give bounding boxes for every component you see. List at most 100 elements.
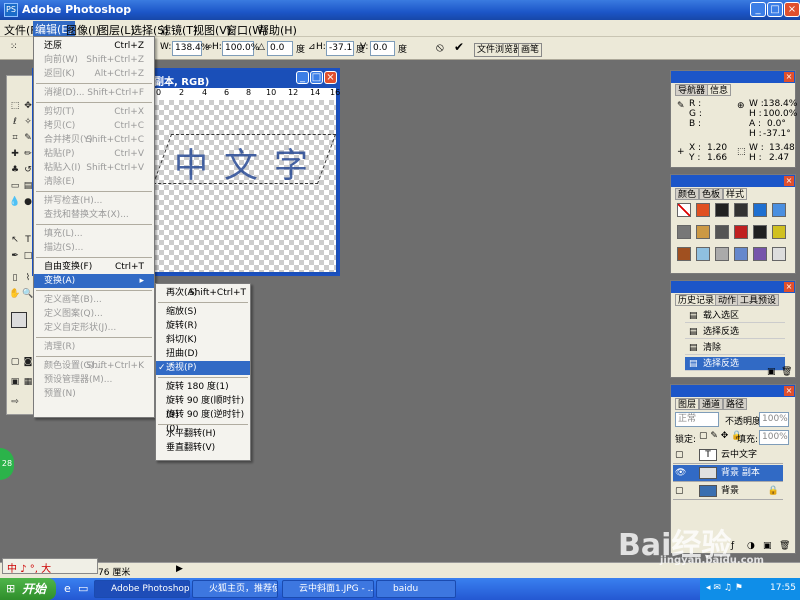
commit-transform-icon[interactable]: ✔ — [454, 40, 464, 54]
eye-icon[interactable]: 👁 — [675, 465, 686, 482]
edit-menu-item[interactable]: 预设管理器(M)... — [34, 373, 154, 387]
task-firefox[interactable]: 火狐主页，推荐使... — [192, 580, 278, 598]
transform-menu-item[interactable]: 旋转(R) — [156, 319, 250, 333]
v-input[interactable]: 0.0 — [370, 41, 395, 56]
history-item[interactable]: ▤ 选择反选 — [685, 325, 785, 339]
edit-menu-item[interactable]: 清理(R) — [34, 340, 154, 354]
lock-icons[interactable]: ▢ ✎ ✥ 🔒 — [699, 431, 742, 441]
edit-menu-item[interactable]: 粘贴入(I) Shift+Ctrl+V — [34, 161, 154, 175]
transform-menu-item[interactable]: ✓ 透视(P) — [156, 361, 250, 375]
task-image-viewer[interactable]: 云中斜面1.JPG - ... — [282, 580, 374, 598]
transform-menu-item[interactable]: 垂直翻转(V) — [156, 441, 250, 455]
edit-menu-item[interactable]: 消褪(D)... Shift+Ctrl+F — [34, 86, 154, 100]
transform-menu-item[interactable]: 缩放(S) — [156, 305, 250, 319]
floating-ball[interactable]: 28 — [0, 448, 14, 480]
style-swatch[interactable] — [677, 225, 691, 239]
transform-menu-item[interactable]: 旋转 90 度(顺时针)(9) — [156, 394, 250, 420]
healing-brush-icon[interactable]: ✚ — [9, 148, 21, 160]
edit-menu-item[interactable]: 还原 Ctrl+Z — [34, 39, 154, 53]
visibility-toggle-icon[interactable]: ▢ — [675, 483, 684, 500]
style-swatch[interactable] — [753, 203, 767, 217]
opacity-input[interactable]: 100% — [759, 412, 789, 427]
style-swatch[interactable] — [772, 247, 786, 261]
edit-menu-item[interactable]: 向前(W) Shift+Ctrl+Z — [34, 53, 154, 67]
style-swatch[interactable] — [677, 247, 691, 261]
style-swatch[interactable] — [696, 247, 710, 261]
edit-menu-item[interactable]: 剪切(T) Ctrl+X — [34, 105, 154, 119]
style-swatch[interactable] — [715, 203, 729, 217]
hand-tool-icon[interactable]: ✋ — [9, 288, 21, 300]
style-swatch[interactable] — [715, 247, 729, 261]
tab-info[interactable]: 信息 — [707, 84, 732, 96]
crop-tool-icon[interactable]: ⌗ — [9, 132, 21, 144]
style-swatch[interactable] — [734, 247, 748, 261]
jump-imageready-icon[interactable]: ⇨ — [9, 396, 21, 408]
edit-menu-item[interactable]: 定义画笔(B)... — [34, 293, 154, 307]
edit-menu-item[interactable]: 填充(L)... — [34, 227, 154, 241]
stamp-tool-icon[interactable]: ♣ — [9, 164, 21, 176]
tab-paths[interactable]: 路径 — [723, 398, 748, 410]
history-delete-icon[interactable]: 🗑 — [781, 367, 792, 377]
tray-icons[interactable]: ◂ ✉ ♫ ⚑ — [706, 583, 743, 593]
layer-row[interactable]: ▢ 背景 🔒 — [673, 483, 783, 500]
height-input[interactable]: 100.0% — [222, 41, 259, 56]
tab-actions[interactable]: 动作 — [715, 294, 740, 306]
transform-menu-item[interactable]: 扭曲(D) — [156, 347, 250, 361]
status-arrow-icon[interactable]: ▶ — [176, 564, 183, 574]
screen-mode-icon[interactable]: ▣ — [9, 376, 21, 388]
edit-menu-item[interactable]: 定义自定形状(J)... — [34, 321, 154, 335]
doc-minimize-button[interactable]: _ — [296, 71, 309, 84]
marquee-tool-icon[interactable]: ⬚ — [9, 100, 21, 112]
width-input[interactable]: 138.4% — [172, 41, 209, 56]
notes-tool-icon[interactable]: ▯ — [9, 272, 21, 284]
new-layer-icon[interactable]: ▣ — [763, 541, 772, 551]
close-button[interactable]: × — [784, 2, 800, 17]
tab-swatches[interactable]: 色板 — [699, 188, 724, 200]
tab-layers[interactable]: 图层 — [675, 398, 700, 410]
transform-menu-item[interactable]: 旋转 90 度(逆时针)(0) — [156, 408, 250, 434]
menu-help[interactable]: 帮助(H) — [258, 22, 297, 38]
edit-menu-item[interactable]: 定义图案(Q)... — [34, 307, 154, 321]
tab-history[interactable]: 历史记录 — [675, 294, 718, 306]
edit-menu-item[interactable]: 描边(S)... — [34, 241, 154, 255]
doc-maximize-button[interactable]: □ — [310, 71, 323, 84]
edit-menu-item[interactable]: 合并拷贝(Y) Shift+Ctrl+C — [34, 133, 154, 147]
edit-menu-item[interactable]: 清除(E) — [34, 175, 154, 189]
new-snapshot-icon[interactable]: ▣ — [767, 367, 776, 377]
standard-mode-icon[interactable]: ▢ — [9, 356, 21, 368]
pen-tool-icon[interactable]: ✒ — [9, 250, 21, 262]
tab-color[interactable]: 颜色 — [675, 188, 700, 200]
tab-styles[interactable]: 样式 — [723, 188, 748, 200]
tab-channels[interactable]: 通道 — [699, 398, 724, 410]
style-swatch[interactable] — [753, 247, 767, 261]
style-swatch[interactable] — [715, 225, 729, 239]
edit-menu-item[interactable]: 自由变换(F) Ctrl+T — [34, 260, 154, 274]
palette-close-icon[interactable]: × — [784, 282, 794, 292]
transform-menu-item[interactable]: 旋转 180 度(1) — [156, 380, 250, 394]
blend-mode-select[interactable]: 正常 — [675, 412, 719, 427]
visibility-toggle-icon[interactable]: ▢ — [675, 447, 684, 464]
tab-brushes[interactable]: 画笔 — [518, 43, 543, 57]
edit-menu-item[interactable]: 变换(A) ▸ — [34, 274, 154, 288]
history-item[interactable]: ▤ 载入选区 — [685, 309, 785, 323]
palette-close-icon[interactable]: × — [784, 386, 794, 396]
edit-menu-item[interactable]: 返回(K) Alt+Ctrl+Z — [34, 67, 154, 81]
quicklaunch-ie-icon[interactable]: e — [64, 582, 71, 595]
history-item[interactable]: ▤ 清除 — [685, 341, 785, 355]
layer-mask-icon[interactable]: ◑ — [747, 541, 755, 551]
tab-tool-presets[interactable]: 工具预设 — [737, 294, 780, 306]
edit-menu-item[interactable]: 拷贝(C) Ctrl+C — [34, 119, 154, 133]
delete-layer-icon[interactable]: 🗑 — [779, 541, 790, 551]
palette-close-icon[interactable]: × — [784, 176, 794, 186]
transform-menu-item[interactable]: 斜切(K) — [156, 333, 250, 347]
transform-menu-item[interactable]: 水平翻转(H) — [156, 427, 250, 441]
tab-navigator[interactable]: 导航器 — [675, 84, 709, 96]
lasso-tool-icon[interactable]: ℓ — [9, 116, 21, 128]
style-swatch[interactable] — [734, 225, 748, 239]
style-swatch[interactable] — [677, 203, 691, 217]
foreground-color-swatch[interactable] — [11, 312, 27, 328]
layer-style-icon[interactable]: ƒ — [731, 541, 734, 551]
layer-row[interactable]: 👁 背景 副本 — [673, 465, 783, 482]
quicklaunch-desktop-icon[interactable]: ▭ — [78, 582, 88, 595]
maximize-button[interactable]: □ — [767, 2, 783, 17]
